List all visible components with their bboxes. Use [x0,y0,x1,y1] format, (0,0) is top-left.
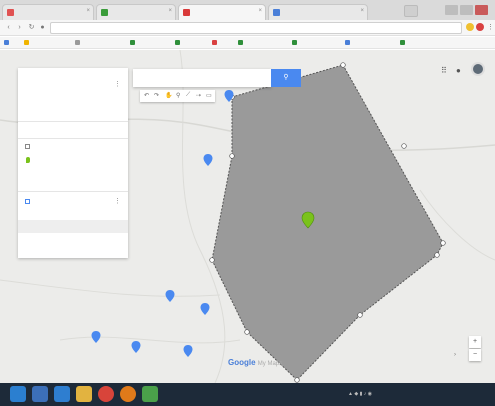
app-icon[interactable] [142,386,158,402]
back-icon[interactable]: ‹ [4,23,13,32]
bookmark-icon [292,40,297,45]
google-logo: Google My Maps [228,358,282,367]
redo-icon[interactable]: ↷ [154,92,159,99]
bookmark-icon [212,40,217,45]
browser-tab-strip: × × × × [0,0,495,20]
more-icon[interactable]: ⋮ [114,80,121,88]
close-icon[interactable]: × [360,8,364,14]
search-icon: ⚲ [283,74,289,81]
close-icon[interactable]: × [86,8,90,14]
address-bar[interactable] [50,22,462,34]
apps-icon[interactable]: ⠿ [441,66,447,75]
vertex-handle[interactable] [209,257,215,263]
place-pin-icon[interactable] [165,290,175,302]
divider [18,121,128,122]
bookmark-icon [4,40,9,45]
firefox-icon[interactable] [120,386,136,402]
road-line [59,336,241,344]
browser-tab[interactable]: × [2,4,94,20]
avatar[interactable] [471,62,485,76]
map-canvas[interactable]: ⋮ ⋮ ⚲ ↶ ↷ ✋ ⚲ ⟋ ⇢ ▭ ⠿ ● + − › Google My … [0,50,495,383]
place-pin-icon[interactable] [203,154,213,166]
place-pin-icon[interactable] [183,345,193,357]
extension-icon[interactable] [476,23,484,31]
bookmark-icon [345,40,350,45]
window-controls [443,2,491,15]
vertex-handle[interactable] [294,377,300,383]
layer-checkbox[interactable] [25,199,30,204]
marker-icon[interactable]: ⚲ [176,92,180,99]
hand-icon[interactable]: ✋ [165,92,172,99]
chrome-icon[interactable] [98,386,114,402]
vertex-handle[interactable] [340,62,346,68]
browser-tab-active[interactable]: × [178,4,266,20]
tab-favicon [183,9,190,16]
star-icon[interactable] [466,23,474,31]
map-layers-panel: ⋮ ⋮ [18,68,128,258]
my-maps-text: My Maps [257,361,283,367]
close-icon[interactable]: × [258,8,262,14]
divider [18,191,128,192]
layer-checkbox[interactable] [25,144,30,149]
more-icon[interactable]: ⋮ [114,197,121,205]
minimize-icon[interactable] [445,5,458,15]
undo-icon[interactable]: ↶ [144,92,149,99]
route-icon[interactable]: ⇢ [196,92,201,99]
more-icon[interactable]: ⋮ [486,23,495,32]
maximize-icon[interactable] [460,5,473,15]
files-icon[interactable] [76,386,92,402]
close-icon[interactable]: × [168,8,172,14]
ruler-icon[interactable]: ▭ [206,92,212,99]
search-input[interactable] [133,69,271,87]
bookmark-icon [24,40,29,45]
divider [18,138,128,139]
drawing-toolbar: ↶ ↷ ✋ ⚲ ⟋ ⇢ ▭ [140,90,215,102]
new-tab-button[interactable] [404,5,418,17]
browser-tab[interactable]: × [268,4,368,20]
google-logo-text: Google [228,358,256,367]
place-pin-icon[interactable] [200,303,210,315]
forward-icon[interactable]: › [15,23,24,32]
search-button[interactable]: ⚲ [271,69,301,87]
lock-icon: ● [40,24,45,31]
vertex-handle[interactable] [244,329,250,335]
reload-icon[interactable]: ↻ [27,23,36,32]
vertex-handle[interactable] [229,153,235,159]
bookmark-icon [400,40,405,45]
close-window-icon[interactable] [475,5,488,15]
bookmark-icon [238,40,243,45]
chevron-right-icon[interactable]: › [454,352,456,358]
browser-tab[interactable]: × [96,4,176,20]
system-tray[interactable]: ▲ ◆ ▮ ♪ ◉ [348,391,372,397]
vertex-handle[interactable] [357,312,363,318]
zoom-in-button[interactable]: + [469,336,481,348]
tab-favicon [273,9,280,16]
bookmark-icon [130,40,135,45]
vertex-handle[interactable] [434,252,440,258]
bookmarks-bar [0,37,495,49]
notifications-icon[interactable]: ● [456,66,461,75]
zoom-out-button[interactable]: − [469,349,481,361]
line-icon[interactable]: ⟋ [186,92,190,99]
vertex-handle[interactable] [440,240,446,246]
tab-favicon [7,9,14,16]
pin-icon [26,157,30,163]
bookmark-icon [75,40,80,45]
place-pin-icon[interactable] [131,341,141,353]
place-pin-icon[interactable] [91,331,101,343]
selected-feature-row[interactable] [18,220,128,233]
browser-toolbar: ‹ › ↻ ● ⋮ [0,20,495,36]
vertex-handle[interactable] [401,143,407,149]
tab-favicon [101,9,108,16]
road-line [0,279,221,297]
taskbar: ▲ ◆ ▮ ♪ ◉ [0,383,495,406]
edge-icon[interactable] [54,386,70,402]
bookmark-icon [175,40,180,45]
explorer-icon[interactable] [32,386,48,402]
start-icon[interactable] [10,386,26,402]
